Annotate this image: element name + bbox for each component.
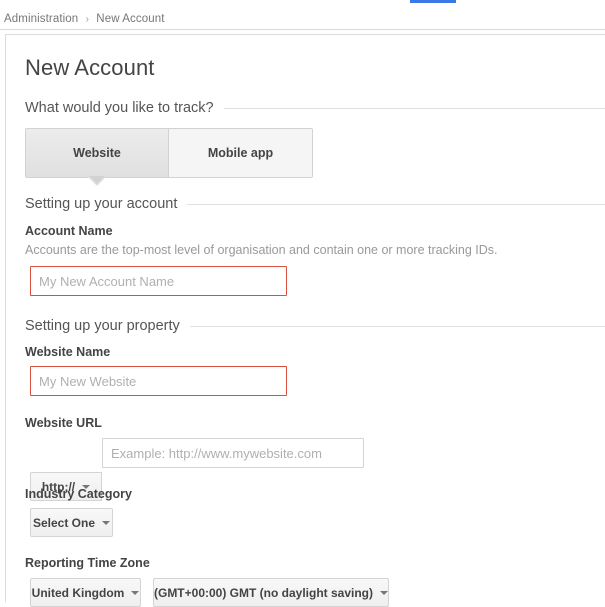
website-url-label: Website URL [25, 416, 102, 430]
track-type-tabs: Website Mobile app [25, 128, 313, 186]
section-header-account-label: Setting up your account [25, 196, 178, 212]
account-name-input[interactable] [30, 266, 287, 296]
time-zone-country-value: United Kingdom [31, 585, 125, 600]
chevron-down-icon [131, 590, 140, 595]
tab-mobile-app[interactable]: Mobile app [169, 129, 312, 177]
new-account-panel: New Account What would you like to track… [5, 34, 605, 607]
reporting-time-zone-label: Reporting Time Zone [25, 556, 150, 570]
industry-category-label: Industry Category [25, 487, 132, 501]
tab-website[interactable]: Website [26, 129, 169, 186]
chevron-down-icon [102, 520, 111, 525]
breadcrumb-item-administration[interactable]: Administration [4, 13, 78, 25]
industry-category-value: Select One [32, 515, 96, 530]
chevron-down-icon [380, 590, 389, 595]
section-header-account-rule [187, 203, 605, 205]
time-zone-offset-dropdown[interactable]: (GMT+00:00) GMT (no daylight saving) [153, 578, 389, 607]
time-zone-offset-value: (GMT+00:00) GMT (no daylight saving) [153, 585, 374, 600]
section-header-property-rule [189, 325, 605, 327]
section-header-track-rule [223, 107, 605, 109]
browser-tab-strip [0, 0, 605, 3]
account-name-label: Account Name [25, 224, 113, 238]
time-zone-country-dropdown[interactable]: United Kingdom [30, 578, 141, 607]
section-header-property: Setting up your property [25, 318, 605, 334]
section-header-property-label: Setting up your property [25, 318, 180, 334]
tab-selected-pointer-icon [88, 176, 106, 186]
tab-website-label: Website [73, 146, 121, 160]
section-header-track: What would you like to track? [25, 100, 605, 116]
breadcrumb-separator-icon: › [85, 14, 89, 25]
section-header-account: Setting up your account [25, 196, 605, 212]
page-title: New Account [25, 55, 155, 80]
header-divider [0, 29, 605, 30]
industry-category-dropdown[interactable]: Select One [30, 508, 113, 537]
section-header-track-label: What would you like to track? [25, 100, 214, 116]
account-name-help-text: Accounts are the top-most level of organ… [25, 243, 498, 257]
active-tab-indicator [410, 0, 456, 3]
tab-mobile-app-label: Mobile app [207, 146, 274, 160]
website-url-input[interactable] [102, 438, 364, 468]
website-name-label: Website Name [25, 345, 111, 359]
breadcrumb: Administration › New Account [4, 13, 165, 25]
breadcrumb-item-new-account: New Account [96, 13, 165, 25]
website-name-input[interactable] [30, 366, 287, 396]
